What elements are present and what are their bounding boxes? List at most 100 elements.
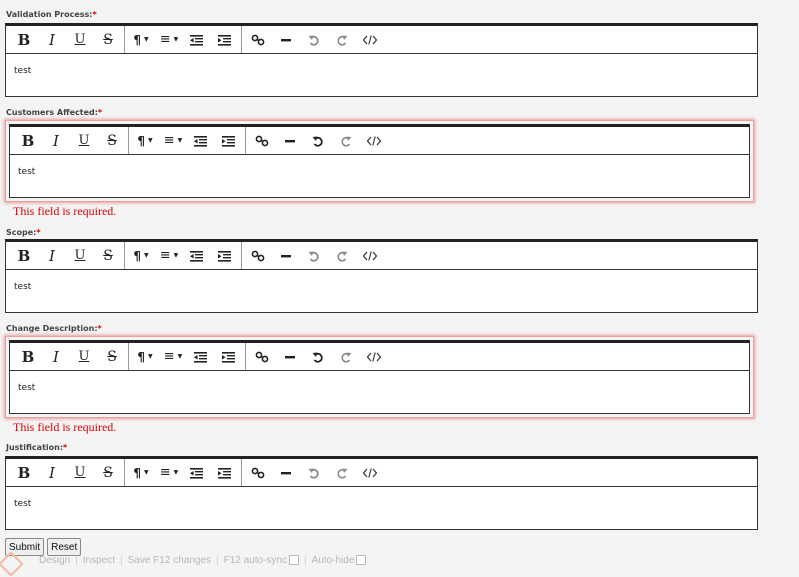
toolbar-separator xyxy=(241,459,242,486)
italic-icon[interactable]: I xyxy=(42,343,70,370)
strikethrough-icon[interactable]: S xyxy=(94,26,122,53)
redo-icon[interactable] xyxy=(332,343,360,370)
underline-icon[interactable]: U xyxy=(70,343,98,370)
underline-icon[interactable]: U xyxy=(66,242,94,269)
bold-icon[interactable]: B xyxy=(10,242,38,269)
undo-icon[interactable] xyxy=(304,343,332,370)
indent-icon[interactable] xyxy=(211,459,239,486)
bold-icon[interactable]: B xyxy=(10,26,38,53)
italic-icon[interactable]: I xyxy=(38,26,66,53)
paragraph-icon[interactable]: ¶ ▼ xyxy=(131,343,159,370)
code-icon[interactable] xyxy=(356,242,384,269)
outdent-icon[interactable] xyxy=(187,127,215,154)
customers-affected-label: Customers Affected:* xyxy=(6,108,102,117)
scope-label: Scope:* xyxy=(6,228,41,237)
align-glyph: ≡ xyxy=(159,248,171,263)
editor-toolbar: B I U S ¶ ▼ ≡ ▼ xyxy=(10,127,749,155)
validation-process-editor: B I U S ¶ ▼ ≡ ▼ test xyxy=(5,23,758,97)
redo-icon[interactable] xyxy=(328,26,356,53)
strikethrough-icon[interactable]: S xyxy=(94,242,122,269)
autohide-checkbox[interactable] xyxy=(356,555,367,565)
design-link[interactable]: Design xyxy=(34,555,75,566)
paragraph-group: ¶ ▼ ≡ ▼ xyxy=(127,242,239,269)
outdent-icon[interactable] xyxy=(183,459,211,486)
italic-icon[interactable]: I xyxy=(42,127,70,154)
link-icon[interactable] xyxy=(248,343,276,370)
undo-icon[interactable] xyxy=(304,127,332,154)
horizontal-rule-icon[interactable] xyxy=(272,459,300,486)
justification-input[interactable]: test xyxy=(6,487,757,529)
save-f12-link[interactable]: Save F12 changes xyxy=(123,555,216,566)
indent-icon[interactable] xyxy=(211,26,239,53)
required-mark: * xyxy=(97,324,102,333)
indent-icon[interactable] xyxy=(211,242,239,269)
autohide-toggle[interactable]: Auto-hide xyxy=(307,555,372,566)
paragraph-icon[interactable]: ¶ ▼ xyxy=(127,26,155,53)
paragraph-glyph: ¶ xyxy=(133,465,141,480)
align-icon[interactable]: ≡ ▼ xyxy=(159,127,187,154)
label-text: Scope: xyxy=(6,228,37,237)
label-text: Validation Process: xyxy=(6,10,93,19)
caret-down-icon: ▼ xyxy=(148,353,153,360)
rich-text-editor: B I U S ¶ ▼ ≡ ▼ test xyxy=(9,340,750,414)
caret-down-icon: ▼ xyxy=(144,469,149,476)
outdent-icon[interactable] xyxy=(183,26,211,53)
code-icon[interactable] xyxy=(356,26,384,53)
inspect-link[interactable]: Inspect xyxy=(78,555,120,566)
link-icon[interactable] xyxy=(244,26,272,53)
autosync-checkbox[interactable] xyxy=(288,555,299,565)
horizontal-rule-icon[interactable] xyxy=(276,127,304,154)
link-icon[interactable] xyxy=(244,459,272,486)
justification-editor: B I U S ¶ ▼ ≡ ▼ test xyxy=(5,456,758,530)
paragraph-icon[interactable]: ¶ ▼ xyxy=(127,242,155,269)
paragraph-icon[interactable]: ¶ ▼ xyxy=(131,127,159,154)
link-icon[interactable] xyxy=(244,242,272,269)
code-icon[interactable] xyxy=(360,343,388,370)
code-icon[interactable] xyxy=(360,127,388,154)
indent-icon[interactable] xyxy=(215,343,243,370)
bold-icon[interactable]: B xyxy=(14,343,42,370)
outdent-icon[interactable] xyxy=(187,343,215,370)
italic-icon[interactable]: I xyxy=(38,242,66,269)
paragraph-glyph: ¶ xyxy=(133,32,141,47)
horizontal-rule-icon[interactable] xyxy=(276,343,304,370)
align-icon[interactable]: ≡ ▼ xyxy=(155,459,183,486)
autosync-label: F12 auto-sync xyxy=(223,554,287,566)
customers-affected-input[interactable]: test xyxy=(10,155,749,197)
toolbar-separator xyxy=(124,242,125,269)
rich-text-editor: B I U S ¶ ▼ ≡ ▼ test xyxy=(5,23,758,97)
underline-icon[interactable]: U xyxy=(66,459,94,486)
horizontal-rule-icon[interactable] xyxy=(272,26,300,53)
required-mark: * xyxy=(36,228,41,237)
align-icon[interactable]: ≡ ▼ xyxy=(155,242,183,269)
undo-icon[interactable] xyxy=(300,26,328,53)
outdent-icon[interactable] xyxy=(183,242,211,269)
align-icon[interactable]: ≡ ▼ xyxy=(159,343,187,370)
redo-icon[interactable] xyxy=(328,242,356,269)
paragraph-icon[interactable]: ¶ ▼ xyxy=(127,459,155,486)
link-icon[interactable] xyxy=(248,127,276,154)
change-description-error: This field is required. xyxy=(13,420,117,434)
caret-down-icon: ▼ xyxy=(177,353,183,360)
underline-icon[interactable]: U xyxy=(70,127,98,154)
redo-icon[interactable] xyxy=(332,127,360,154)
strikethrough-icon[interactable]: S xyxy=(94,459,122,486)
indent-icon[interactable] xyxy=(215,127,243,154)
scope-input[interactable]: test xyxy=(6,270,757,312)
horizontal-rule-icon[interactable] xyxy=(272,242,300,269)
strikethrough-icon[interactable]: S xyxy=(98,343,126,370)
strikethrough-icon[interactable]: S xyxy=(98,127,126,154)
autosync-toggle[interactable]: F12 auto-sync xyxy=(219,555,304,566)
paragraph-group: ¶ ▼ ≡ ▼ xyxy=(127,459,239,486)
undo-icon[interactable] xyxy=(300,242,328,269)
italic-icon[interactable]: I xyxy=(38,459,66,486)
align-icon[interactable]: ≡ ▼ xyxy=(155,26,183,53)
redo-icon[interactable] xyxy=(328,459,356,486)
bold-icon[interactable]: B xyxy=(14,127,42,154)
undo-icon[interactable] xyxy=(300,459,328,486)
underline-icon[interactable]: U xyxy=(66,26,94,53)
bold-icon[interactable]: B xyxy=(10,459,38,486)
code-icon[interactable] xyxy=(356,459,384,486)
validation-process-input[interactable]: test xyxy=(6,54,757,96)
change-description-input[interactable]: test xyxy=(10,371,749,413)
